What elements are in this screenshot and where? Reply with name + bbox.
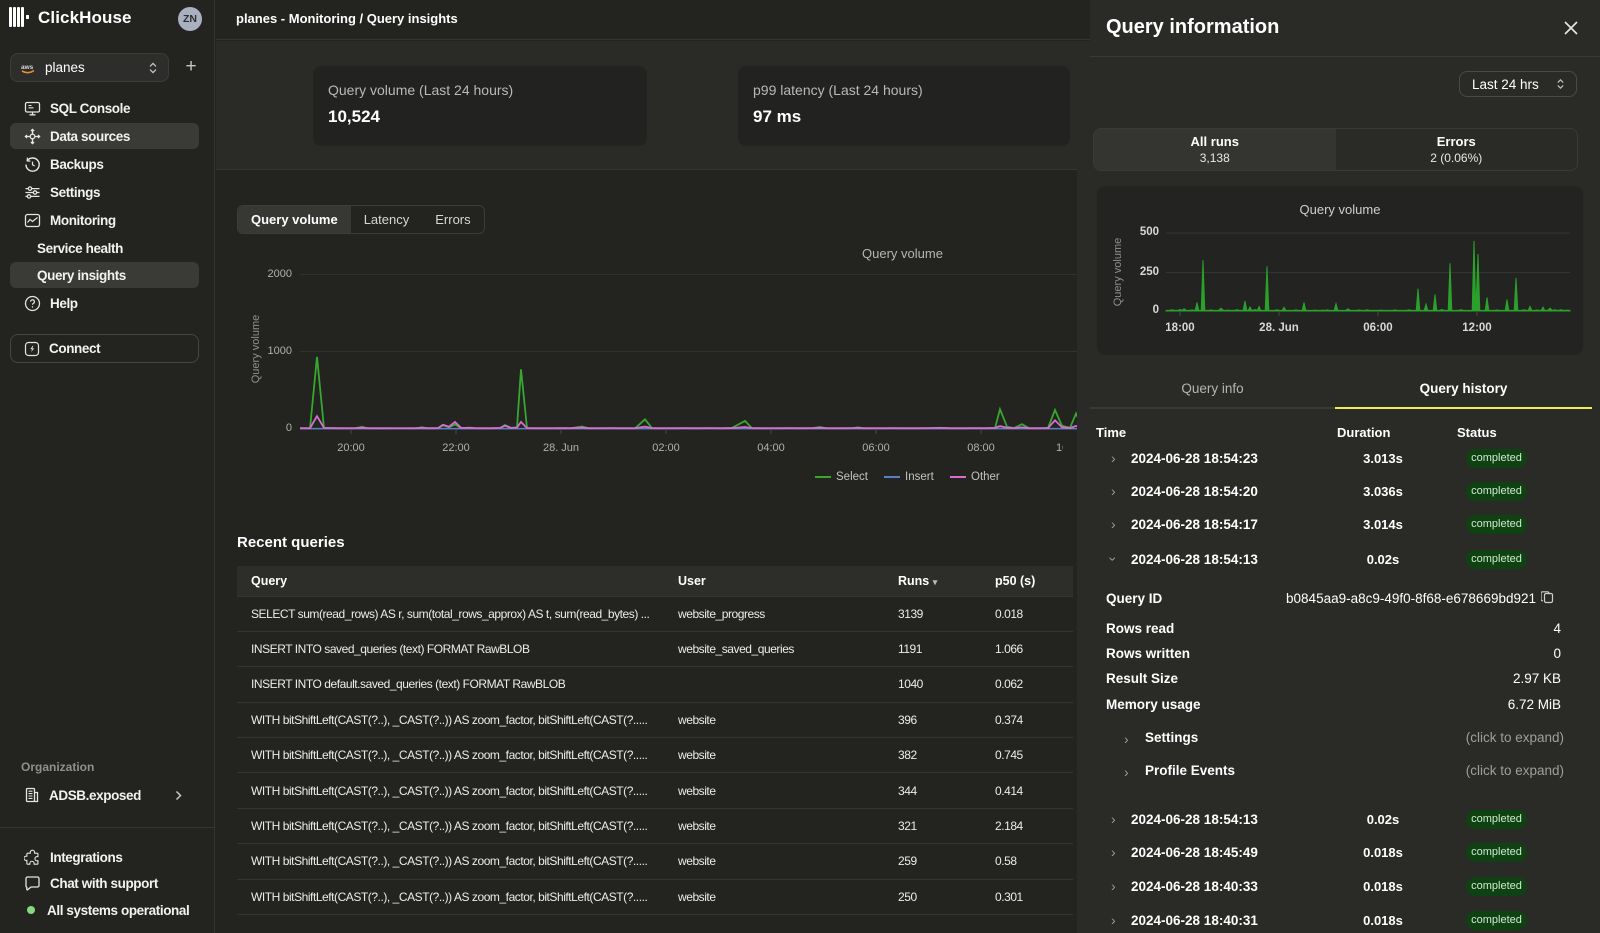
svg-text:aws: aws xyxy=(21,64,34,71)
